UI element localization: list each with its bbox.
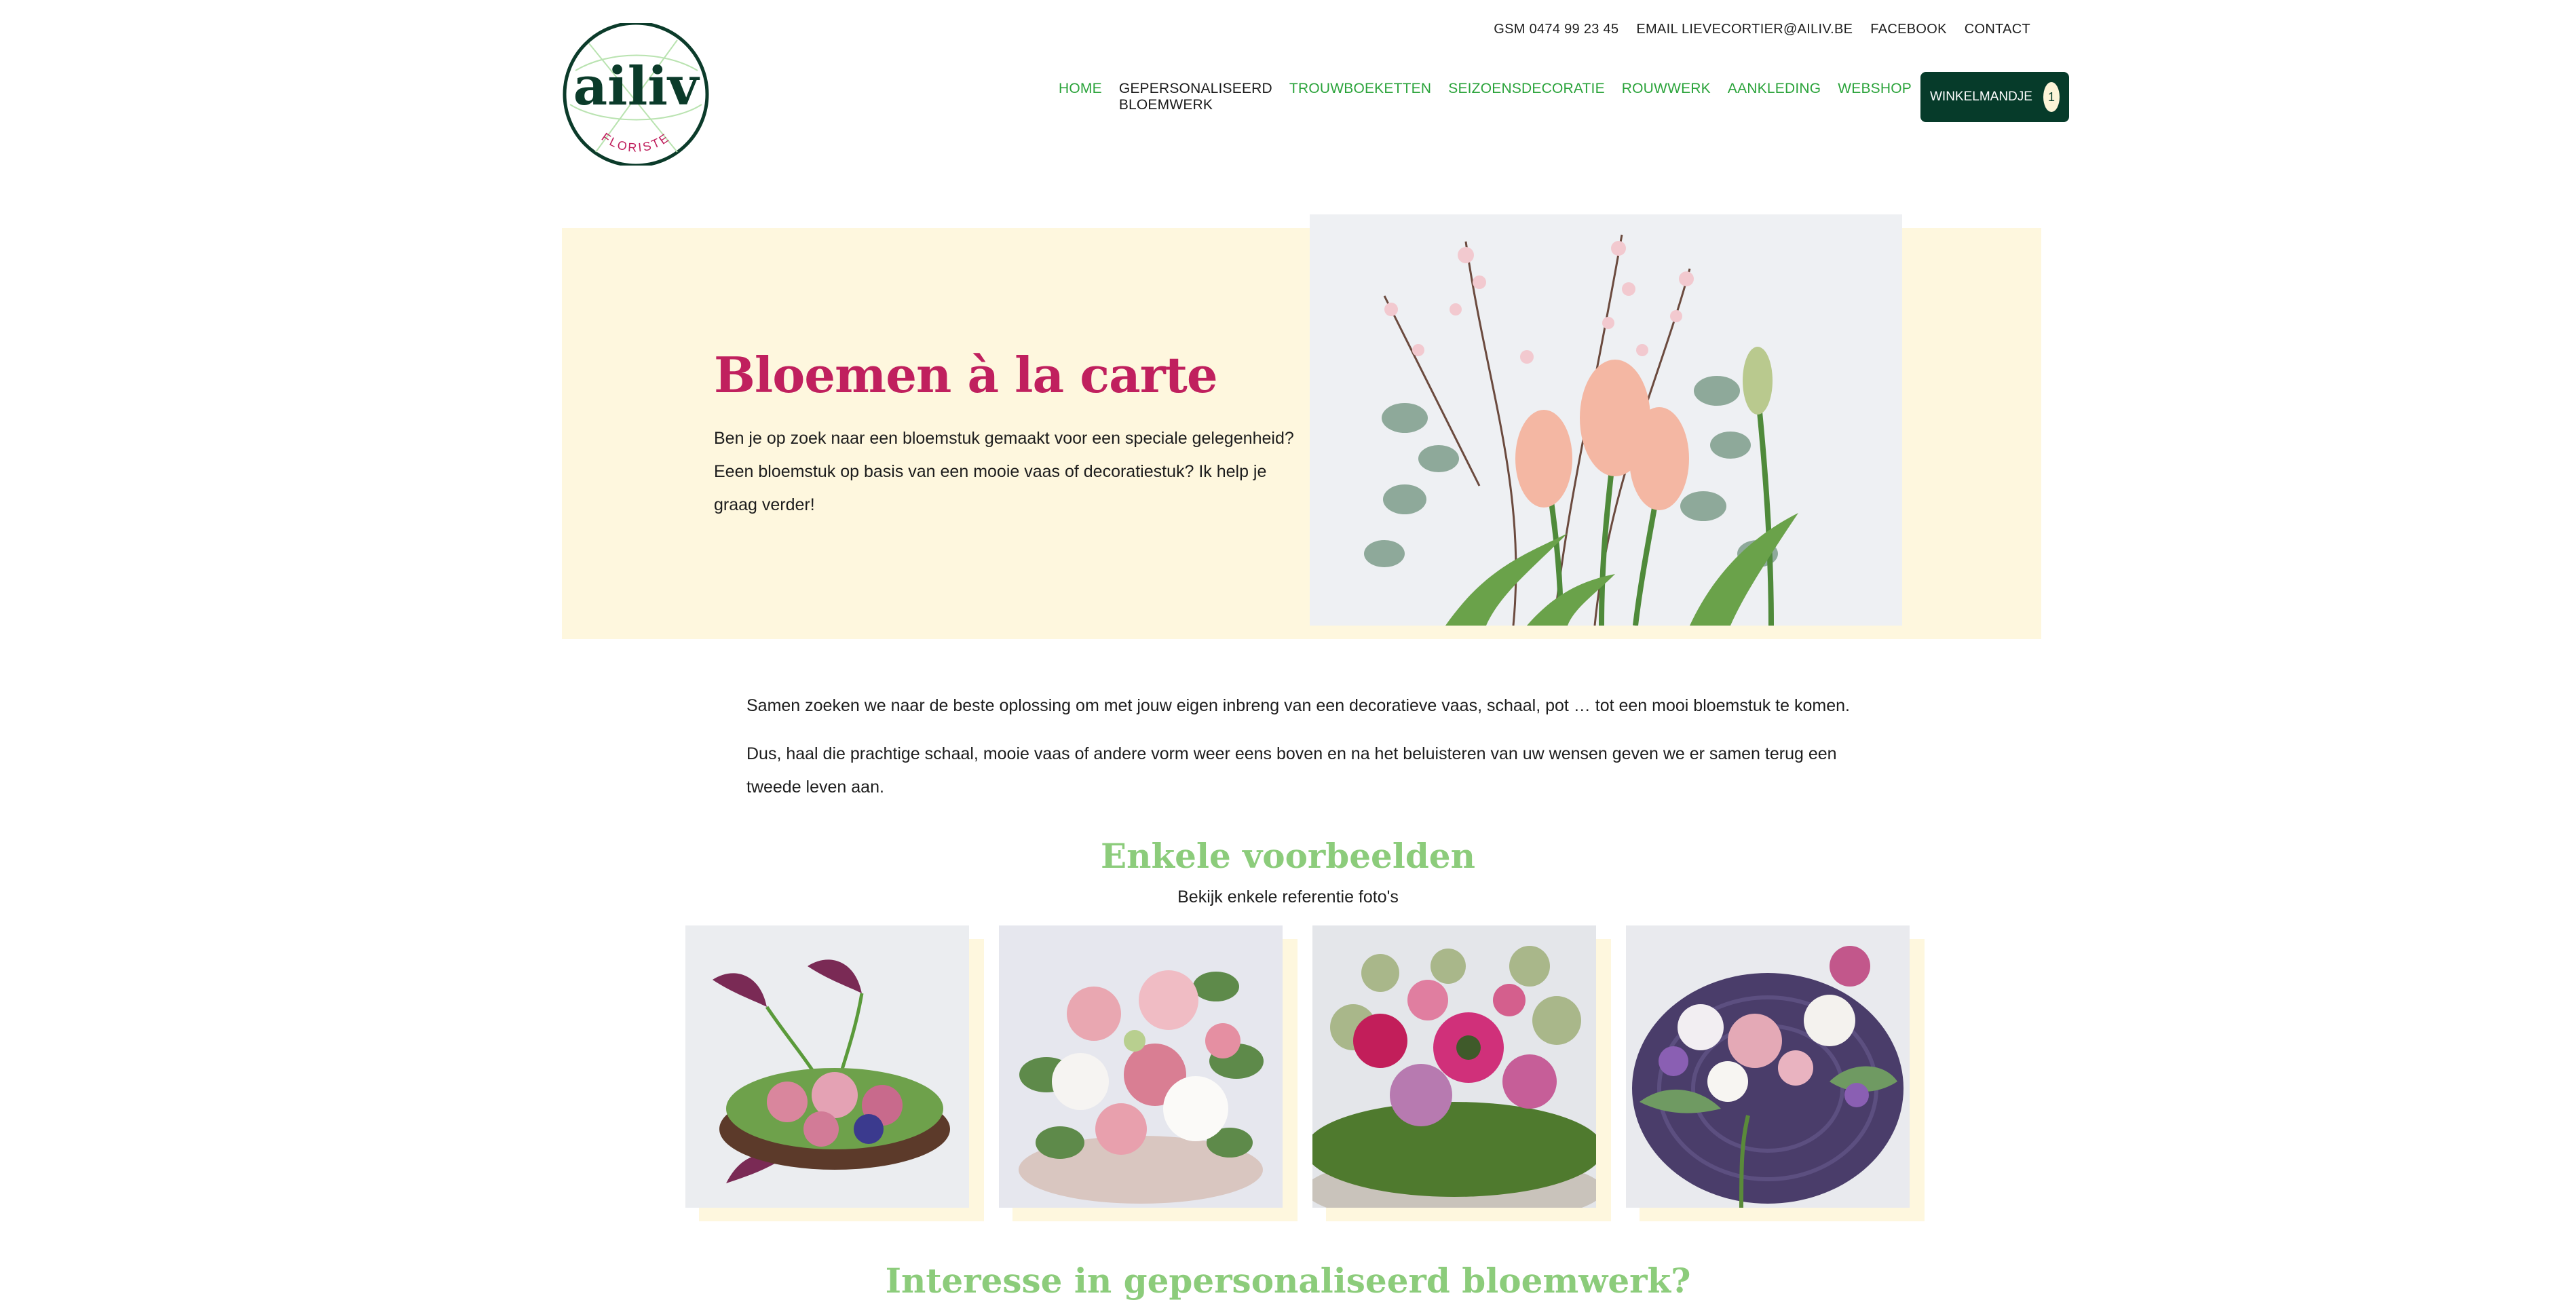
logo[interactable]: ailiv FLORISTE xyxy=(562,21,710,168)
nav-item-rouwwerk[interactable]: ROUWWERK xyxy=(1622,81,1711,113)
example-photo-purple-plate[interactable] xyxy=(1626,925,1910,1208)
cart-button[interactable]: WINKELMANDJE 1 xyxy=(1920,72,2069,122)
logo-emblem: ailiv FLORISTE xyxy=(563,21,709,168)
hero-title: Bloemen à la carte xyxy=(714,346,1218,404)
gallery-tile xyxy=(1312,925,1611,1221)
hero-text: Ben je op zoek naar een bloemstuk gemaak… xyxy=(714,429,1294,514)
hero-flower-photo xyxy=(1310,214,1902,626)
example-gallery xyxy=(685,925,1925,1224)
nav-items: HOME GEPERSONALISEERD BLOEMWERK TROUWBOE… xyxy=(1059,81,1912,113)
examples-subtitle: Bekijk enkele referentie foto's xyxy=(1177,887,1399,906)
examples-title: Enkele voorbeelden xyxy=(1101,836,1475,876)
gallery-tile xyxy=(999,925,1298,1221)
nav-item-webshop[interactable]: WEBSHOP xyxy=(1838,81,1912,113)
nav-item-gepersonaliseerd-bloemwerk[interactable]: GEPERSONALISEERD BLOEMWERK xyxy=(1119,81,1272,113)
logo-wordmark: ailiv xyxy=(573,56,700,117)
phone-link[interactable]: GSM 0474 99 23 45 xyxy=(1494,22,1618,37)
intro-paragraph: Dus, haal die prachtige schaal, mooie va… xyxy=(746,744,1837,797)
nav-item-home[interactable]: HOME xyxy=(1059,81,1102,113)
nav-item-aankleding[interactable]: AANKLEDING xyxy=(1728,81,1821,113)
nav-item-trouwboeketten[interactable]: TROUWBOEKETTEN xyxy=(1289,81,1431,113)
top-bar: GSM 0474 99 23 45 EMAIL LIEVECORTIER@AIL… xyxy=(1494,22,2030,37)
example-photo-pink-bouquet[interactable] xyxy=(999,925,1283,1208)
email-link[interactable]: EMAIL LIEVECORTIER@AILIV.BE xyxy=(1636,22,1853,37)
nav-item-seizoensdecoratie[interactable]: SEIZOENSDECORATIE xyxy=(1448,81,1605,113)
main-nav: HOME GEPERSONALISEERD BLOEMWERK TROUWBOE… xyxy=(1059,72,2069,122)
gallery-tile xyxy=(1626,925,1925,1221)
cart-label: WINKELMANDJE xyxy=(1930,90,2032,104)
facebook-link[interactable]: FACEBOOK xyxy=(1870,22,1946,37)
contact-link[interactable]: CONTACT xyxy=(1965,22,2030,37)
example-photo-moss-bowl[interactable] xyxy=(1312,925,1596,1208)
cart-count-badge: 1 xyxy=(2043,82,2060,112)
interest-title: Interesse in gepersonaliseerd bloemwerk? xyxy=(885,1261,1691,1300)
example-photo-calla[interactable] xyxy=(685,925,969,1208)
gallery-tile xyxy=(685,925,984,1221)
intro-text: Samen zoeken we naar de beste oplossing … xyxy=(746,689,1873,804)
intro-paragraph: Samen zoeken we naar de beste oplossing … xyxy=(746,696,1850,715)
